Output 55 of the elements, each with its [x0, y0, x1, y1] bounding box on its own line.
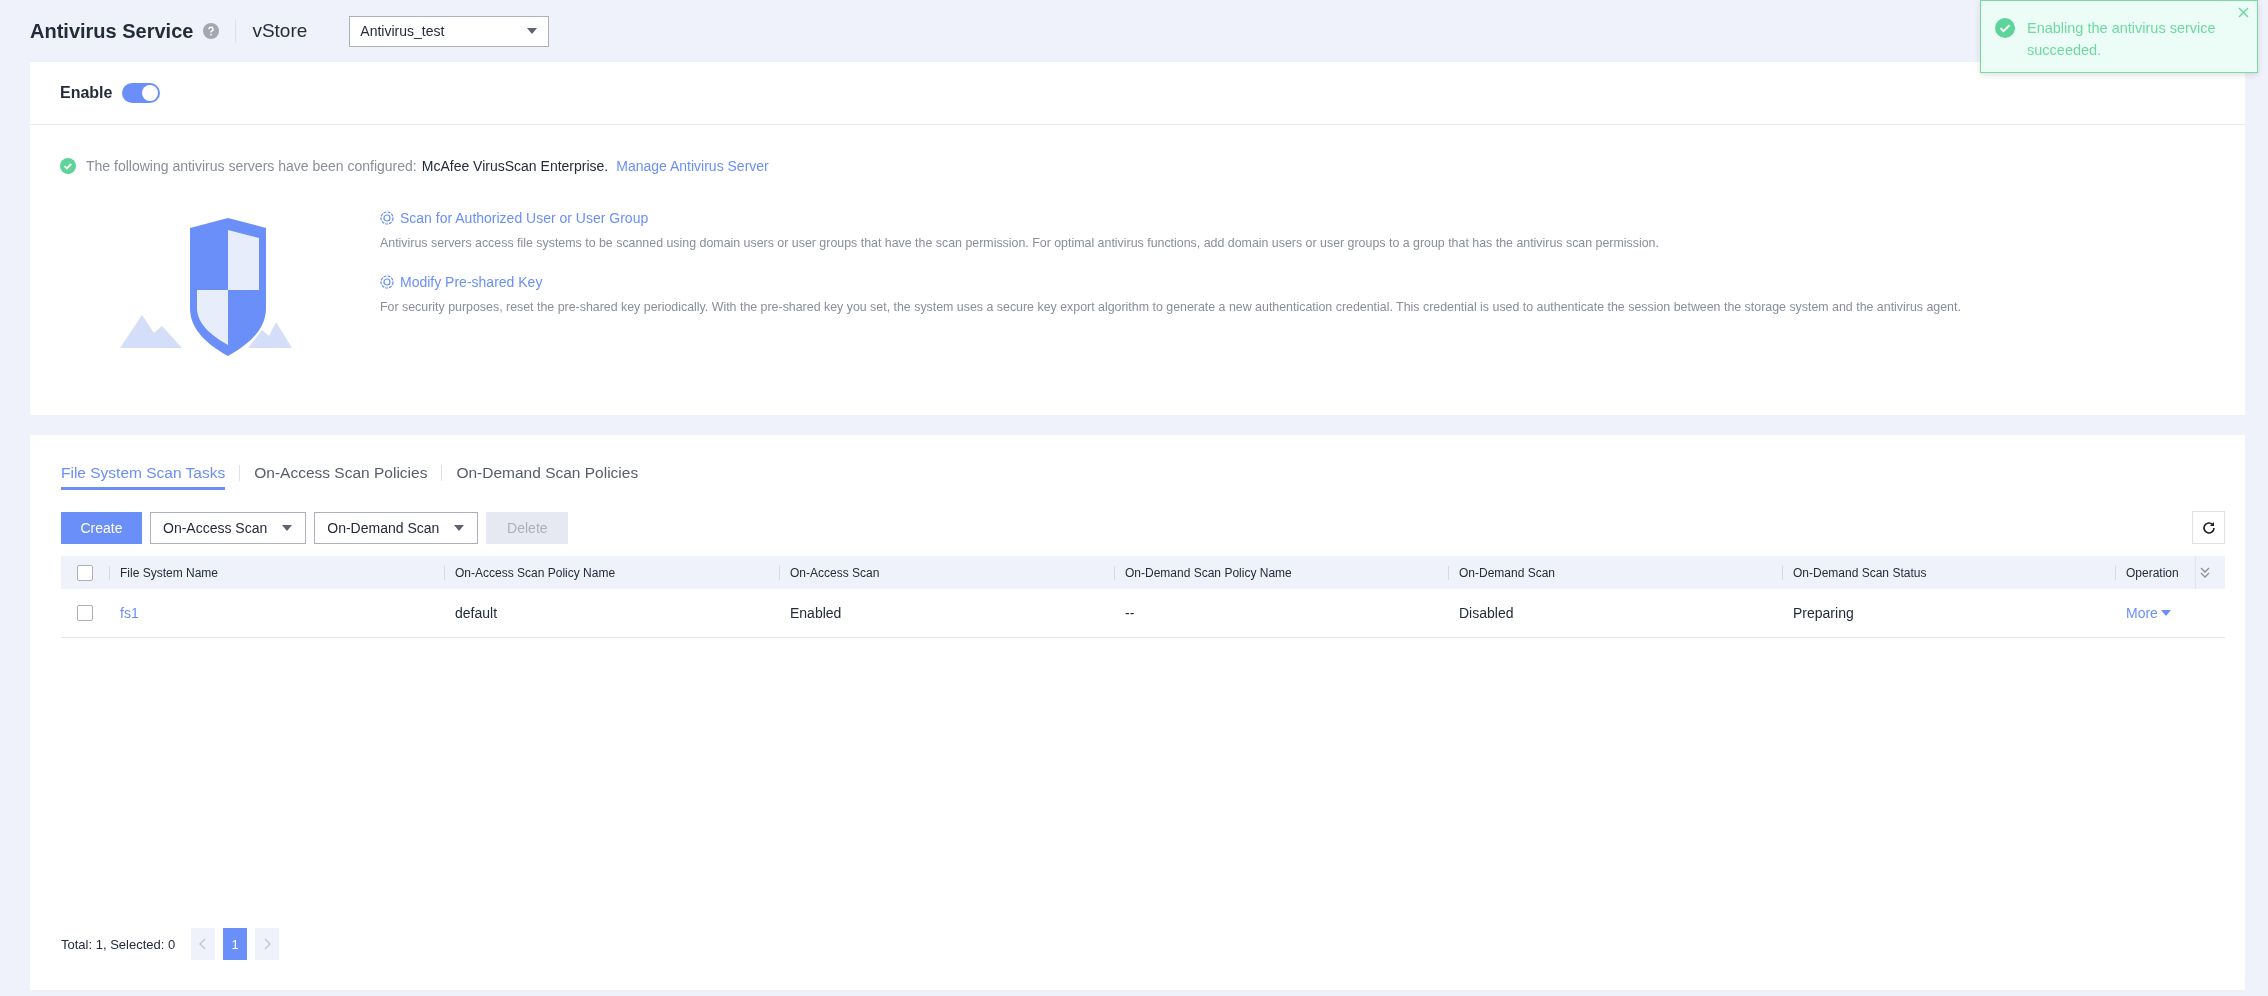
- table-cell: --: [1125, 605, 1135, 621]
- expand-icon: [2199, 566, 2210, 579]
- server-name: McAfee VirusScan Enterprise.: [421, 158, 609, 174]
- column-header: On-Demand Scan Policy Name: [1125, 565, 1292, 580]
- feature-description: Antivirus servers access file systems to be scanned using domain users or user groups that have the scan permission. For optimal antivirus functions, add domain users or user groups to a group that has the antivirus scan permission.: [380, 236, 1660, 250]
- vstore-label: vStore: [252, 20, 308, 42]
- feature-description: For security purposes, reset the pre-shared key periodically. With the pre-shared key you set, the system uses a secure key export algorithm to generate a new authentication credential. This credential is used to authenticate the session between the storage system and the antivirus agent.: [380, 300, 1961, 314]
- dropdown-button[interactable]: On-Access Scan: [150, 511, 307, 544]
- tab[interactable]: On-Access Scan Policies: [254, 462, 428, 490]
- check-icon: [60, 158, 76, 174]
- feature-link[interactable]: Modify Pre-shared Key: [380, 274, 1961, 290]
- pagination-summary: Total: 1, Selected: 0: [61, 936, 176, 952]
- refresh-icon: [2200, 519, 2217, 536]
- more-menu[interactable]: More: [2126, 605, 2171, 621]
- table-cell: default: [455, 605, 498, 621]
- table-cell: Disabled: [1459, 605, 1514, 621]
- column-header: On-Demand Scan Status: [1793, 565, 1927, 580]
- previous-page-button[interactable]: [191, 928, 216, 960]
- file-system-link[interactable]: fs1: [120, 605, 139, 621]
- dropdown-button[interactable]: On-Demand Scan: [314, 511, 479, 544]
- checkbox[interactable]: [77, 605, 93, 621]
- enable-label: Enable: [60, 84, 113, 102]
- success-icon: [1995, 18, 2015, 38]
- chevron-right-icon: [263, 938, 272, 950]
- column-header: On-Access Scan: [790, 565, 880, 580]
- close-button[interactable]: [2238, 7, 2249, 18]
- column-header: Operation: [2126, 565, 2179, 580]
- manage-server-link[interactable]: Manage Antivirus Server: [616, 158, 769, 174]
- gear-icon: [380, 275, 394, 289]
- notice-text: The following antivirus servers have been configured:: [86, 158, 417, 174]
- refresh-button[interactable]: [2192, 511, 2225, 544]
- button[interactable]: Create: [61, 511, 142, 544]
- checkbox[interactable]: [77, 564, 93, 581]
- gear-icon: [380, 211, 394, 225]
- help-icon: [203, 23, 220, 39]
- next-page-button[interactable]: [255, 928, 280, 960]
- chevron-left-icon: [199, 938, 208, 950]
- caret-icon: [281, 523, 294, 532]
- caret-icon: [453, 523, 466, 532]
- close-icon: [2238, 7, 2249, 18]
- table-cell: Enabled: [790, 605, 842, 621]
- tab[interactable]: File System Scan Tasks: [61, 462, 226, 490]
- page-button[interactable]: 1: [223, 928, 248, 960]
- tab[interactable]: On-Demand Scan Policies: [456, 462, 639, 490]
- table-cell: Preparing: [1793, 605, 1854, 621]
- column-header: File System Name: [120, 565, 219, 580]
- caret-icon: [2160, 609, 2171, 617]
- caret-icon: [526, 27, 539, 35]
- feature-link[interactable]: Scan for Authorized User or User Group: [380, 210, 1961, 226]
- toast-message: Enabling the antivirus service succeeded.: [2027, 19, 2217, 60]
- page-title: Antivirus Service: [30, 19, 194, 43]
- column-header: On-Demand Scan: [1459, 565, 1556, 580]
- column-header: On-Access Scan Policy Name: [455, 565, 616, 580]
- vstore-select[interactable]: Antivirus_test: [349, 15, 550, 47]
- enable-switch[interactable]: [122, 83, 161, 103]
